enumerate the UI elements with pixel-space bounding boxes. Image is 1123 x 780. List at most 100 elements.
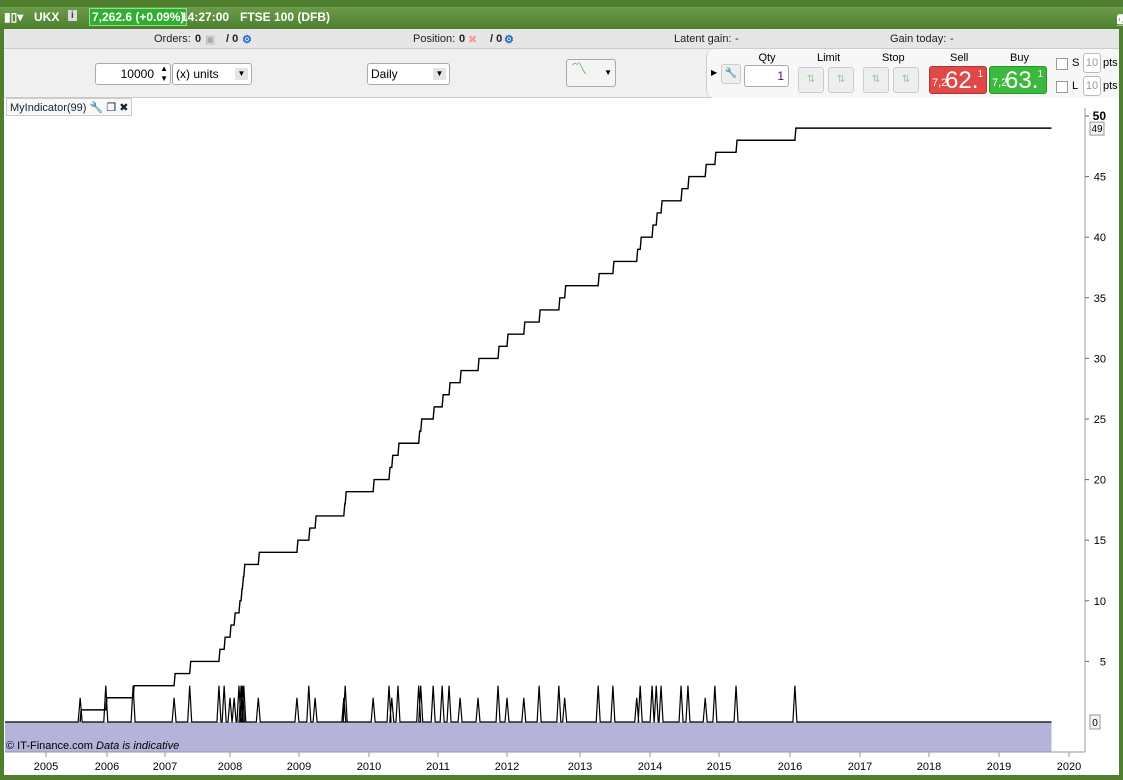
limit-buy-button[interactable]: ⇅ bbox=[798, 67, 824, 93]
y-tick-label: 45 bbox=[1094, 172, 1106, 184]
position-value: 0 bbox=[459, 33, 466, 45]
limit-label: Limit bbox=[817, 52, 841, 64]
stop-buy-button[interactable]: ⇅ bbox=[863, 67, 889, 93]
gear-icon[interactable]: ⚙ bbox=[242, 33, 252, 46]
x-tick-label: 2009 bbox=[287, 761, 311, 773]
x-tick-label: 2015 bbox=[707, 761, 731, 773]
cumulative-step-series bbox=[79, 127, 1052, 723]
position-close-icon[interactable]: ✖ bbox=[468, 33, 477, 46]
orders-label: Orders: bbox=[154, 33, 191, 45]
expand-arrow-icon[interactable]: ▶ bbox=[711, 68, 717, 77]
spike-series bbox=[5, 685, 1052, 723]
trade-panel: ▶ 🔧 Qty 1 Limit ⇅ ⇅ Stop ⇅ ⇅ Sell 7,2 62.… bbox=[706, 49, 1119, 98]
spinner-icon[interactable]: ▲ ▼ bbox=[160, 64, 168, 84]
x-tick-label: 2016 bbox=[778, 761, 802, 773]
instrument-name: FTSE 100 (DFB) bbox=[240, 10, 331, 24]
close-button[interactable]: ✕ bbox=[1117, 12, 1123, 28]
gain-today-label: Gain today: bbox=[890, 33, 947, 45]
orders-value: 0 bbox=[195, 33, 202, 45]
symbol[interactable]: UKX bbox=[34, 10, 59, 24]
indicator-name: MyIndicator(99) bbox=[10, 102, 87, 114]
x-tick-label: 2020 bbox=[1057, 761, 1081, 773]
y-tick-label: 15 bbox=[1094, 535, 1106, 547]
pts-label: pts bbox=[1103, 57, 1118, 69]
sell-button[interactable]: 7,2 62. 1 bbox=[929, 66, 987, 94]
limit-sell-button[interactable]: ⇅ bbox=[828, 67, 854, 93]
buy-price: 63. bbox=[1005, 67, 1039, 94]
candlestick-icon[interactable]: ▮▯▾ bbox=[4, 10, 23, 24]
chevron-down-icon: ▼ bbox=[235, 68, 248, 80]
pts-label: pts bbox=[1103, 80, 1118, 92]
x-tick-label: 2010 bbox=[357, 761, 381, 773]
period-value: Daily bbox=[371, 67, 398, 81]
qty-input[interactable]: 1 bbox=[744, 65, 789, 87]
chart-area[interactable]: 5 10 15 20 25 30 35 40 45 50 2005 2006 2007 2008 2009 2… bbox=[4, 98, 1119, 775]
close-icon[interactable]: ✖ bbox=[119, 102, 128, 114]
orders-cancel-icon[interactable]: ▣ bbox=[205, 33, 215, 46]
price-badge: 7,262.6 (+0.09%) bbox=[89, 8, 188, 26]
x-tick-label: 2017 bbox=[848, 761, 872, 773]
position-sep: / 0 bbox=[490, 33, 503, 45]
unit-value: (x) units bbox=[176, 67, 219, 81]
qty-label: Qty bbox=[758, 52, 776, 64]
x-tick-label: 2008 bbox=[218, 761, 242, 773]
latent-gain-label: Latent gain: bbox=[674, 33, 732, 45]
chevron-down-icon: ▼ bbox=[604, 68, 612, 77]
x-tick-label: 2012 bbox=[495, 761, 519, 773]
info-icon[interactable]: i bbox=[68, 10, 77, 21]
data-note: Data is indicative bbox=[96, 740, 180, 752]
y-tick-label: 30 bbox=[1094, 353, 1106, 365]
buy-sup: 1 bbox=[1037, 69, 1043, 80]
indicator-chart: 5 10 15 20 25 30 35 40 45 50 2005 2006 2007 2008 2009 2… bbox=[5, 108, 1107, 773]
l-label: L bbox=[1072, 80, 1079, 92]
gain-today-value: - bbox=[950, 33, 954, 45]
info-bar: Orders: 0 ▣ / 0 ⚙ Position: 0 ✖ / 0 ⚙ La… bbox=[4, 29, 1119, 49]
x-tick-label: 2019 bbox=[987, 761, 1011, 773]
x-tick-label: 2005 bbox=[34, 761, 58, 773]
x-tick-label: 2014 bbox=[638, 761, 662, 773]
unit-select[interactable]: (x) units ▼ bbox=[172, 63, 252, 85]
time: 14:27:00 bbox=[181, 10, 230, 24]
indicator-menu-button[interactable]: 〽 ▼ bbox=[566, 59, 616, 87]
zero-value-label: 0 bbox=[1092, 718, 1098, 729]
stop-sell-button[interactable]: ⇅ bbox=[893, 67, 919, 93]
footer-note: © IT-Finance.com Data is indicative bbox=[6, 740, 179, 752]
wrench-icon[interactable]: 🔧 bbox=[721, 64, 741, 84]
l-pts-input[interactable]: 10 bbox=[1083, 76, 1101, 96]
orders-sep: / 0 bbox=[226, 33, 239, 45]
buy-button[interactable]: 7,2 63. 1 bbox=[989, 66, 1047, 94]
amount-value: 10000 bbox=[120, 67, 154, 81]
latent-gain-value: - bbox=[735, 33, 739, 45]
indicator-label: MyIndicator(99) 🔧 ❐ ✖ bbox=[6, 98, 133, 116]
chart-window: ▮▯▾ UKX i 7,262.6 (+0.09%) 14:27:00 FTSE… bbox=[0, 0, 1123, 780]
x-tick-label: 2006 bbox=[95, 761, 119, 773]
sell-label: Sell bbox=[950, 52, 969, 64]
y-tick-label: 35 bbox=[1094, 293, 1106, 305]
y-tick-label: 10 bbox=[1094, 596, 1106, 608]
y-tick-label: 5 bbox=[1100, 656, 1106, 668]
buy-label: Buy bbox=[1010, 52, 1029, 64]
y-tick-label: 50 bbox=[1093, 109, 1107, 123]
detach-icon[interactable]: ❐ bbox=[106, 102, 116, 114]
gear-icon[interactable]: ⚙ bbox=[504, 33, 514, 46]
qty-value: 1 bbox=[777, 69, 784, 83]
wrench-icon[interactable]: 🔧 bbox=[89, 102, 103, 114]
x-tick-label: 2011 bbox=[426, 761, 450, 773]
x-tick-label: 2007 bbox=[153, 761, 177, 773]
amount-input[interactable]: 10000 ▲ ▼ bbox=[95, 63, 171, 85]
sell-sup: 1 bbox=[977, 69, 983, 80]
y-tick-label: 25 bbox=[1094, 414, 1106, 426]
period-select[interactable]: Daily ▼ bbox=[367, 63, 450, 85]
limit-checkbox[interactable] bbox=[1056, 81, 1068, 93]
x-tick-label: 2013 bbox=[568, 761, 592, 773]
indicator-chart-icon: 〽 bbox=[571, 61, 588, 78]
position-label: Position: bbox=[413, 33, 456, 45]
sell-price: 62. bbox=[945, 67, 979, 94]
s-pts-input[interactable]: 10 bbox=[1083, 53, 1101, 73]
x-tick-label: 2018 bbox=[917, 761, 941, 773]
title-bar: ▮▯▾ UKX i 7,262.6 (+0.09%) 14:27:00 FTSE… bbox=[0, 7, 1123, 28]
s-label: S bbox=[1072, 57, 1080, 69]
copyright: © IT-Finance.com bbox=[6, 740, 93, 752]
chevron-down-icon: ▼ bbox=[433, 68, 446, 80]
stop-checkbox[interactable] bbox=[1056, 58, 1068, 70]
